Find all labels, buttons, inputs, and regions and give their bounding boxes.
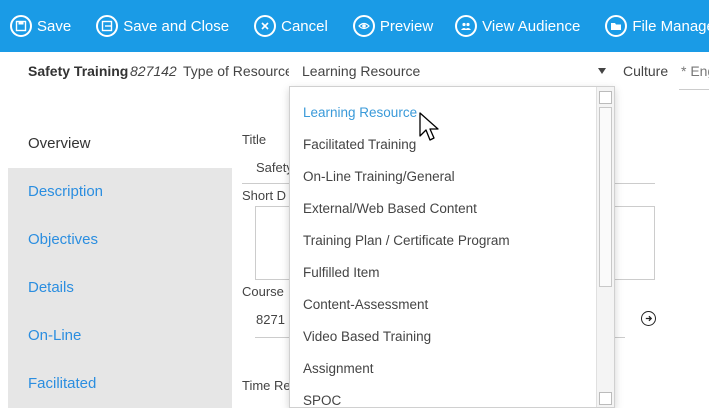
cancel-label: Cancel <box>281 17 328 35</box>
culture-label: Culture <box>623 63 669 79</box>
short-description-label: Short D <box>242 188 287 203</box>
save-button[interactable]: Save <box>10 0 71 52</box>
title-value: Safety <box>256 160 293 175</box>
view-audience-label: View Audience <box>482 17 581 35</box>
type-of-resource-dropdown: Learning Resource Facilitated Training O… <box>289 86 615 408</box>
scroll-thumb[interactable] <box>599 107 612 287</box>
dropdown-option-facilitated-training[interactable]: Facilitated Training <box>290 129 596 161</box>
scroll-down-button[interactable] <box>599 392 612 405</box>
nav-item-overview[interactable]: Overview <box>8 120 232 168</box>
time-required-label: Time Re <box>242 378 291 393</box>
title-label: Title <box>242 132 267 147</box>
save-and-close-button[interactable]: Save and Close <box>96 0 229 52</box>
nav-item-details[interactable]: Details <box>8 264 232 312</box>
course-label: Course <box>242 284 284 299</box>
save-and-close-label: Save and Close <box>123 17 230 35</box>
culture-value: * Eng <box>681 63 709 79</box>
dropdown-option-online-training-general[interactable]: On-Line Training/General <box>290 161 596 193</box>
course-value: 8271 <box>256 312 285 327</box>
view-audience-button[interactable]: View Audience <box>455 0 580 52</box>
type-of-resource-value: Learning Resource <box>302 63 421 79</box>
nav-item-objectives[interactable]: Objectives <box>8 216 232 264</box>
course-name: Safety Training <box>28 63 129 79</box>
arrow-right-icon[interactable] <box>641 311 656 326</box>
eye-icon <box>352 15 375 37</box>
file-manager-button[interactable]: File Manager <box>605 0 709 52</box>
preview-button[interactable]: Preview <box>352 0 434 52</box>
save-label: Save <box>37 17 72 35</box>
dropdown-option-spoc[interactable]: SPOC <box>290 385 596 407</box>
caret-down-icon <box>598 68 606 74</box>
preview-label: Preview <box>379 17 434 35</box>
type-of-resource-label: Type of Resource <box>183 63 289 79</box>
save-close-icon <box>96 15 119 37</box>
culture-select[interactable]: * Eng <box>679 52 709 90</box>
close-icon <box>254 15 277 37</box>
toolbar: Save Save and Close Cancel Preview View … <box>0 0 709 52</box>
nav-item-on-line[interactable]: On-Line <box>8 312 232 360</box>
dropdown-option-assignment[interactable]: Assignment <box>290 353 596 385</box>
dropdown-option-external-web-based[interactable]: External/Web Based Content <box>290 193 596 225</box>
left-nav: Overview Description Objectives Details … <box>8 120 232 408</box>
cancel-button[interactable]: Cancel <box>254 0 328 52</box>
dropdown-option-video-based-training[interactable]: Video Based Training <box>290 321 596 353</box>
dropdown-option-fulfilled-item[interactable]: Fulfilled Item <box>290 257 596 289</box>
course-id: 827142 <box>130 63 177 79</box>
nav-item-description[interactable]: Description <box>8 168 232 216</box>
dropdown-option-learning-resource[interactable]: Learning Resource <box>290 97 596 129</box>
dropdown-option-training-plan[interactable]: Training Plan / Certificate Program <box>290 225 596 257</box>
scroll-up-button[interactable] <box>599 91 612 104</box>
dropdown-option-content-assessment[interactable]: Content-Assessment <box>290 289 596 321</box>
file-manager-label: File Manager <box>632 17 709 35</box>
save-icon <box>10 15 32 37</box>
folder-icon <box>605 15 628 37</box>
type-of-resource-select[interactable]: Learning Resource <box>293 52 615 90</box>
dropdown-scrollbar[interactable] <box>596 87 614 407</box>
nav-item-facilitated[interactable]: Facilitated <box>8 360 232 408</box>
users-icon <box>455 15 478 37</box>
header-row: Safety Training 827142 Type of Resource … <box>0 52 709 90</box>
